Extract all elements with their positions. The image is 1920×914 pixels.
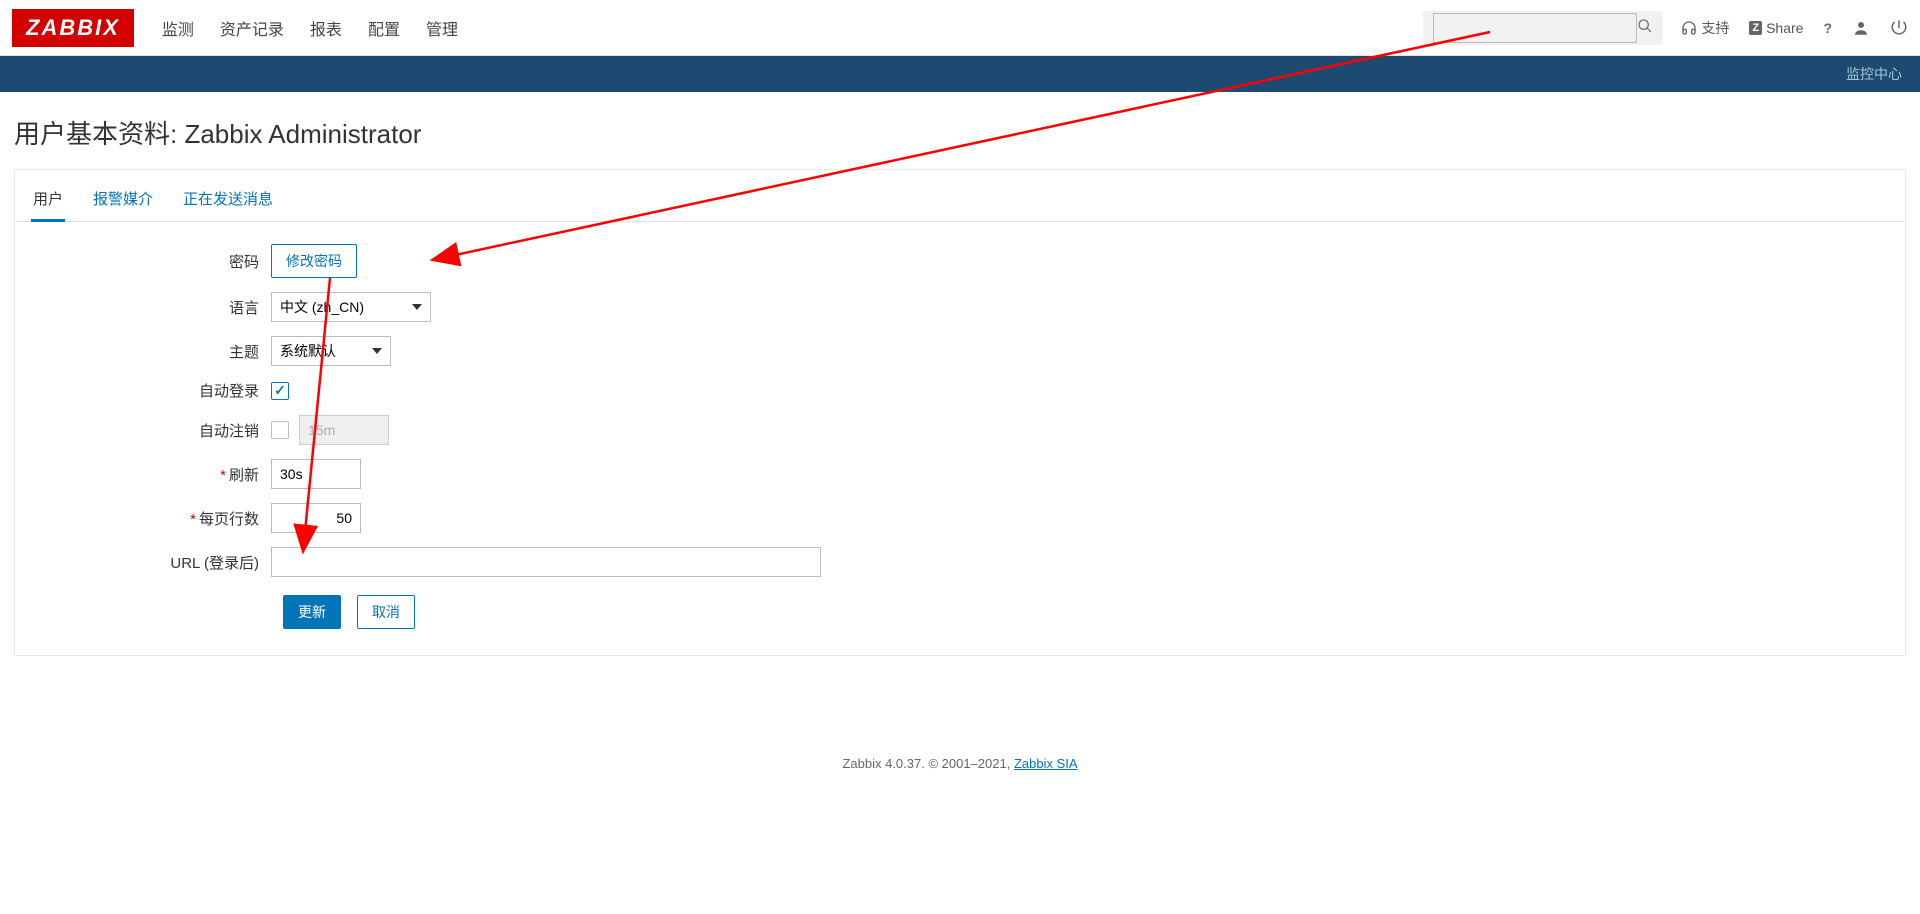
footer: Zabbix 4.0.37. © 2001–2021, Zabbix SIA bbox=[0, 676, 1920, 791]
autologout-label: 自动注销 bbox=[39, 420, 271, 441]
autologout-checkbox[interactable] bbox=[271, 421, 289, 439]
search-box[interactable] bbox=[1423, 11, 1663, 45]
theme-select[interactable]: 系统默认 bbox=[271, 336, 391, 366]
url-input[interactable] bbox=[271, 547, 821, 577]
url-label: URL (登录后) bbox=[39, 552, 271, 573]
nav-monitoring[interactable]: 监测 bbox=[162, 16, 194, 40]
form-card: 用户 报警媒介 正在发送消息 密码 修改密码 语言 中文 (zh_CN) 主题 … bbox=[14, 169, 1906, 656]
update-button[interactable]: 更新 bbox=[283, 595, 341, 629]
rows-input[interactable] bbox=[271, 503, 361, 533]
nav-reports[interactable]: 报表 bbox=[310, 16, 342, 40]
footer-text: Zabbix 4.0.37. © 2001–2021, bbox=[842, 756, 1013, 771]
headphones-icon bbox=[1681, 20, 1697, 36]
autologin-checkbox[interactable] bbox=[271, 382, 289, 400]
top-navbar: ZABBIX 监测 资产记录 报表 配置 管理 支持 Z Share ? bbox=[0, 0, 1920, 56]
tab-messaging[interactable]: 正在发送消息 bbox=[181, 180, 275, 221]
search-icon[interactable] bbox=[1637, 18, 1653, 37]
tab-media[interactable]: 报警媒介 bbox=[91, 180, 155, 221]
tab-user[interactable]: 用户 bbox=[31, 180, 65, 222]
top-icons: 支持 Z Share ? bbox=[1681, 18, 1908, 38]
subheader-link[interactable]: 监控中心 bbox=[1846, 64, 1902, 84]
sub-header: 监控中心 bbox=[0, 56, 1920, 92]
nav-inventory[interactable]: 资产记录 bbox=[220, 16, 284, 40]
user-icon[interactable] bbox=[1852, 19, 1870, 37]
page-title: 用户基本资料: Zabbix Administrator bbox=[0, 92, 1920, 169]
footer-link[interactable]: Zabbix SIA bbox=[1014, 756, 1078, 771]
zabbix-icon: Z bbox=[1749, 21, 1762, 35]
share-link[interactable]: Z Share bbox=[1749, 20, 1803, 36]
search-input[interactable] bbox=[1433, 13, 1637, 43]
logout-icon[interactable] bbox=[1890, 19, 1908, 37]
main-nav: 监测 资产记录 报表 配置 管理 bbox=[162, 16, 458, 40]
refresh-label: *刷新 bbox=[39, 464, 271, 485]
nav-admin[interactable]: 管理 bbox=[426, 16, 458, 40]
zabbix-logo[interactable]: ZABBIX bbox=[12, 9, 134, 47]
autologin-label: 自动登录 bbox=[39, 380, 271, 401]
autologout-input: 15m bbox=[299, 415, 389, 445]
support-label: 支持 bbox=[1701, 18, 1729, 38]
help-link[interactable]: ? bbox=[1823, 20, 1832, 36]
change-password-button[interactable]: 修改密码 bbox=[271, 244, 357, 278]
cancel-button[interactable]: 取消 bbox=[357, 595, 415, 629]
support-link[interactable]: 支持 bbox=[1681, 18, 1729, 38]
theme-label: 主题 bbox=[39, 341, 271, 362]
profile-form: 密码 修改密码 语言 中文 (zh_CN) 主题 系统默认 自动登录 自动注销 … bbox=[15, 222, 1905, 655]
refresh-input[interactable] bbox=[271, 459, 361, 489]
tabs: 用户 报警媒介 正在发送消息 bbox=[15, 170, 1905, 222]
language-select[interactable]: 中文 (zh_CN) bbox=[271, 292, 431, 322]
nav-config[interactable]: 配置 bbox=[368, 16, 400, 40]
share-label: Share bbox=[1766, 20, 1803, 36]
password-label: 密码 bbox=[39, 251, 271, 272]
language-label: 语言 bbox=[39, 297, 271, 318]
rows-label: *每页行数 bbox=[39, 508, 271, 529]
